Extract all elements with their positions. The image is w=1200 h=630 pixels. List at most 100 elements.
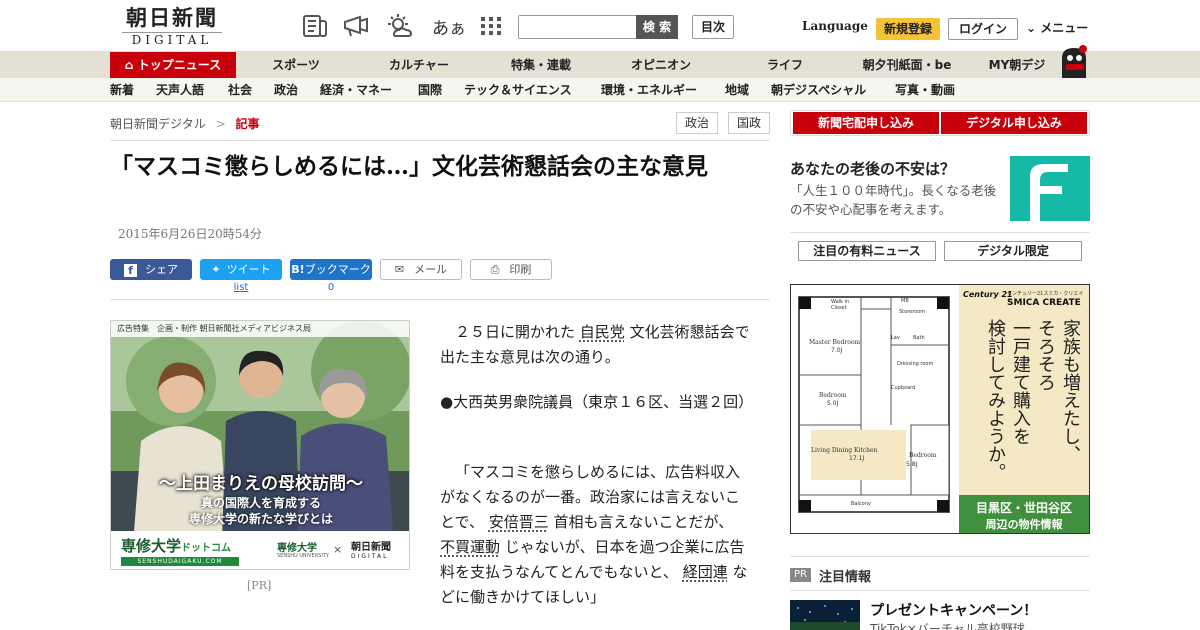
twitter-count[interactable]: list [200,282,282,293]
breadcrumb: 朝日新聞デジタル > 記事 [110,115,260,132]
language-link[interactable]: Language [802,19,868,33]
ad-area: 目黒区・世田谷区 [975,501,1072,515]
primary-nav: ⌂ トップニュース スポーツ カルチャー 特集・連載 オピニオン ライフ 朝夕刊… [0,52,1200,78]
nav2-tenseijingo[interactable]: 天声人語 [156,78,204,102]
keyword-link-keidanren[interactable]: 経団連 [683,563,728,581]
century21-logo: Century 21 [963,290,1013,299]
nav-opinion[interactable]: オピニオン [620,52,702,78]
nav-life[interactable]: ライフ [750,52,820,78]
room-label: Dressing room [897,361,934,367]
room-label: Cupboard [891,385,916,391]
divider [790,556,1090,557]
keyword-link-ldp[interactable]: 自民党 [580,323,625,341]
ad-brand: 専修大学ドットコム [121,535,231,556]
nav2-new[interactable]: 新着 [110,78,134,102]
nav-top-news[interactable]: ⌂ トップニュース [110,52,236,78]
contents-button[interactable]: 目次 [692,15,734,39]
register-button[interactable]: 新規登録 [876,18,940,40]
ad-senshu-university[interactable]: 広告特集 企画・制作 朝日新聞社メディアビジネス局 〜上田まりえの母校訪問〜 真… [110,320,410,570]
promo-image[interactable] [1010,156,1090,221]
nav2-economy[interactable]: 経済・マネー [320,78,392,102]
tag-national-politics[interactable]: 国政 [728,112,770,134]
ad-century21[interactable]: Master Bedroom 7.0J Bedroom 5.0J Living … [790,284,1090,534]
nav-culture[interactable]: カルチャー [378,52,460,78]
text: ２５日に開かれた [455,323,576,341]
room-label: Bath [913,335,925,341]
font-size-icon[interactable]: あぁ [432,14,466,39]
megaphone-icon[interactable] [342,13,370,39]
hatena-icon: B! [291,263,305,276]
stadium-image [790,600,860,630]
tab-digital-only[interactable]: デジタル限定 [944,241,1082,261]
room-label: Storeroom [899,309,926,315]
tab-paid-news[interactable]: 注目の有料ニュース [798,241,936,261]
hatena-share-label: ブックマーク [304,263,371,276]
search-input[interactable] [518,15,637,39]
search-button[interactable]: 検 索 [636,15,678,39]
hatena-bookmark-button[interactable]: B!ブックマーク [290,259,372,280]
nav-label: トップニュース [137,58,222,72]
ad-pr-label: [PR] [247,579,272,592]
nav2-tech-science[interactable]: テック＆サイエンス [464,78,572,102]
notice-thumbnail[interactable] [790,600,860,630]
ad-brand-name: 専修大学 [121,537,182,555]
subscribe-paper-button[interactable]: 新聞宅配申し込み [793,112,939,134]
nav-newspaper-be[interactable]: 朝夕刊紙面・be [855,52,959,78]
ad-sub2: 専修大学の新たな学びとは [188,512,333,526]
mail-share-button[interactable]: ✉ メール [380,259,462,280]
ad-brand: SMICA CREATE [1007,298,1081,308]
facebook-share-button[interactable]: f シェア [110,259,192,280]
menu-button[interactable]: ⌄ メニュー [1026,19,1088,36]
menu-label: メニュー [1040,21,1089,35]
nav2-photo-video[interactable]: 写真・動画 [895,78,955,102]
keyword-link-boycott[interactable]: 不買運動 [440,538,500,556]
hatena-count[interactable]: 0 [290,282,372,293]
article-paragraph-3: 「マスコミを懲らしめるには、広告料収入がなくなるのが一番。政治家には言えないこと… [440,460,750,610]
mail-share-label: メール [414,263,448,276]
nav2-environment[interactable]: 環境・エネルギー [601,78,697,102]
room-label: Balcony [851,501,871,507]
room-label: Master Bedroom [809,339,861,346]
article-paragraph-2: ●大西英男衆院議員（東京１６区、当選２回） [440,393,754,411]
nav-sports[interactable]: スポーツ [256,52,336,78]
logo-line2: DIGITAL [122,32,222,47]
subscribe-digital-button[interactable]: デジタル申し込み [941,112,1087,134]
print-button[interactable]: ⎙ 印刷 [470,259,552,280]
room-label: Walk in Closet [831,299,850,311]
nav-my-asadigi[interactable]: MY朝デジ [982,52,1052,78]
room-size: 7.0J [831,347,843,354]
grid-menu-icon[interactable] [477,13,505,39]
nav2-society[interactable]: 社会 [228,78,252,102]
breadcrumb-home[interactable]: 朝日新聞デジタル [110,117,206,131]
nav2-special[interactable]: 朝デジスペシャル [771,78,866,102]
pr-badge: PR [790,568,811,582]
notice-heading: 注目情報 [819,570,872,585]
ad-area-sub: 周辺の物件情報 [985,518,1063,531]
tag-politics[interactable]: 政治 [676,112,718,134]
nav-features[interactable]: 特集・連載 [500,52,582,78]
nav2-international[interactable]: 国際 [418,78,442,102]
site-logo[interactable]: 朝日新聞 DIGITAL [116,6,228,48]
room-size: 17.1J [849,455,865,462]
nav2-politics[interactable]: 政治 [274,78,298,102]
secondary-nav: 新着 天声人語 社会 政治 経済・マネー 国際 テック＆サイエンス 環境・エネル… [0,78,1200,102]
article-title: 「マスコミ懲らしめるには…」文化芸術懇話会の主な意見 [110,153,708,180]
nav2-region[interactable]: 地域 [725,78,749,102]
newspaper-icon[interactable] [301,13,329,39]
site-header: 朝日新聞 DIGITAL あぁ 検 索 目次 Language 新規登録 ログイ… [0,0,1200,52]
twitter-share-label: ツイート [226,263,271,276]
keyword-link-abe[interactable]: 安倍晋三 [489,513,549,531]
floorplan-image [798,296,950,513]
room-label: Bedroom [819,392,847,399]
profile-icon [1030,164,1068,221]
twitter-icon: ✦ [211,263,221,276]
article-date: 2015年6月26日20時54分 [118,227,262,241]
room-size: 5.8J [906,461,918,468]
mascot-icon[interactable] [1052,44,1092,78]
weather-icon[interactable] [386,13,414,39]
notice-title[interactable]: プレゼントキャンペーン！ [870,600,1037,620]
login-button[interactable]: ログイン [948,18,1018,40]
divider [110,140,770,141]
twitter-share-button[interactable]: ✦ ツイート [200,259,282,280]
ad-brand-url: SENSHUDAIGAKU.COM [121,557,239,566]
